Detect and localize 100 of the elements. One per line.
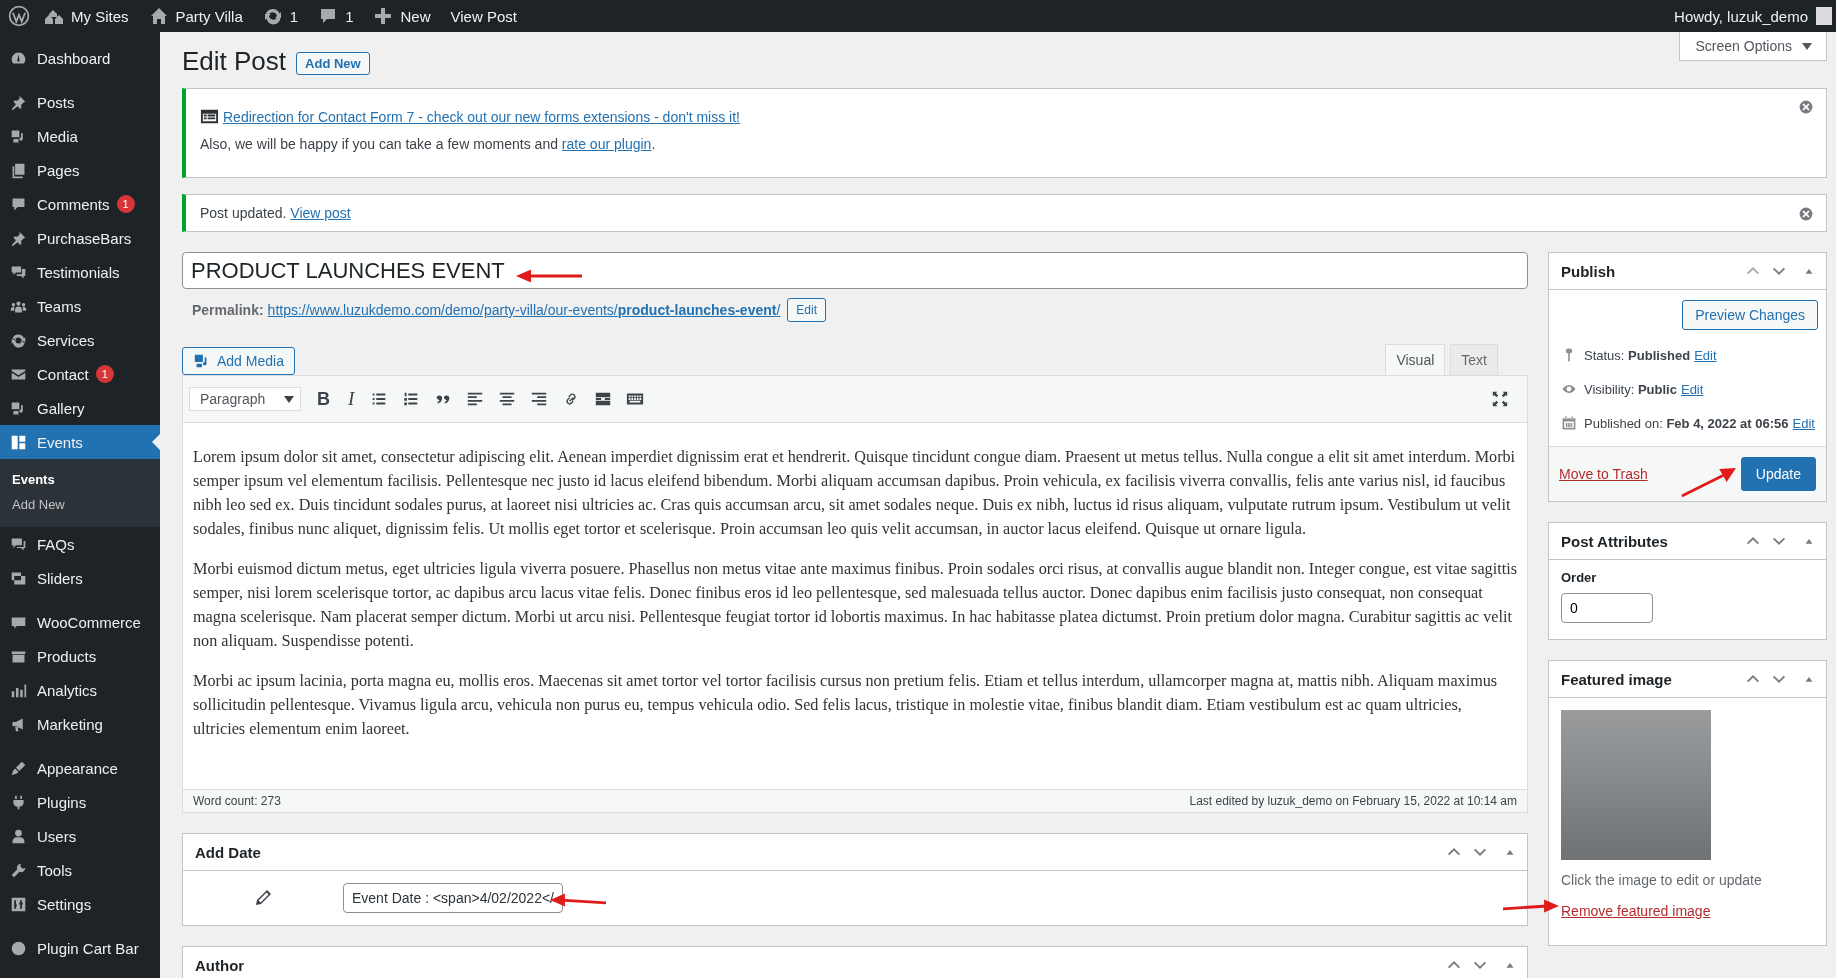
sidebar-item[interactable]: Plugins bbox=[0, 785, 160, 819]
notice-text: Also, we will be happy if you can take a few moments and rate our plugin. bbox=[200, 136, 657, 152]
add-new-button[interactable]: Add New bbox=[296, 52, 370, 75]
align-right-icon[interactable] bbox=[530, 390, 549, 408]
sidebar-item[interactable]: Appearance bbox=[0, 751, 160, 785]
sidebar-item[interactable]: Products bbox=[0, 639, 160, 673]
sidebar-item[interactable]: Sliders bbox=[0, 561, 160, 595]
last-edited-text: Last edited by luzuk_demo on February 15, 2022 at 10:14 am bbox=[1189, 794, 1517, 808]
sidebar-item[interactable]: Testimonials bbox=[0, 255, 160, 289]
order-label: Order bbox=[1561, 570, 1598, 585]
user-greeting[interactable]: Howdy, luzuk_demo bbox=[1674, 7, 1808, 25]
pin-icon bbox=[10, 93, 27, 111]
sidebar-item[interactable]: Services bbox=[0, 323, 160, 357]
image-hint: Click the image to edit or update bbox=[1561, 872, 1763, 888]
editor-tab[interactable]: Text bbox=[1450, 344, 1498, 375]
toolbar-link[interactable]: My Sites bbox=[44, 6, 129, 26]
fullscreen-icon[interactable] bbox=[1491, 390, 1509, 408]
notice-link[interactable]: View post bbox=[290, 205, 351, 221]
sidebar-item[interactable]: Analytics bbox=[0, 673, 160, 707]
sidebar-item[interactable]: Events bbox=[0, 425, 160, 459]
word-count: Word count: 273 bbox=[193, 794, 281, 808]
notice-link[interactable]: Redirection for Contact Form 7 - check out our new forms extensions - don't miss it! bbox=[223, 108, 740, 125]
logo-icon[interactable] bbox=[8, 5, 30, 27]
submenu-item[interactable]: Add New bbox=[0, 492, 160, 517]
move-to-trash-link[interactable]: Move to Trash bbox=[1559, 466, 1648, 482]
read-more-icon[interactable] bbox=[594, 390, 613, 408]
grid-icon bbox=[10, 433, 27, 451]
wrench-icon bbox=[10, 861, 27, 879]
sidebar-item[interactable]: Settings bbox=[0, 887, 160, 921]
toolbar-link[interactable]: Party Villa bbox=[148, 6, 243, 26]
edit-link[interactable]: Edit bbox=[1680, 381, 1704, 397]
format-select[interactable]: Paragraph bbox=[189, 387, 301, 411]
sidebar-item[interactable]: FAQs bbox=[0, 527, 160, 561]
ball-icon bbox=[10, 939, 27, 957]
editor-tab[interactable]: Visual bbox=[1385, 344, 1446, 375]
permalink-link[interactable]: https://www.luzukdemo.com/demo/party-villa/our-events/product-launches-event/ bbox=[267, 302, 781, 318]
panel-title: Featured image bbox=[1561, 670, 1672, 688]
refresh-icon bbox=[262, 6, 283, 26]
publish-info: Published on: Feb 4, 2022 at 06:56 bbox=[1584, 415, 1789, 431]
pages-icon bbox=[10, 161, 27, 179]
remove-image-link[interactable]: Remove featured image bbox=[1561, 903, 1711, 919]
sidebar-item[interactable]: Marketing bbox=[0, 707, 160, 741]
publish-info: Status: Published bbox=[1584, 347, 1691, 363]
panel-title: Publish bbox=[1561, 262, 1616, 280]
preview-changes-button[interactable]: Preview Changes bbox=[1682, 300, 1818, 330]
italic-button[interactable]: I bbox=[346, 388, 357, 410]
sliders-icon bbox=[10, 895, 27, 913]
dismiss-icon[interactable] bbox=[1798, 206, 1814, 222]
caret-icon bbox=[284, 395, 294, 403]
align-left-icon[interactable] bbox=[466, 390, 485, 408]
sidebar-item[interactable]: Posts bbox=[0, 85, 160, 119]
permalink-label: Permalink: bbox=[192, 302, 264, 318]
sidebar-item[interactable]: Plugin Cart Bar bbox=[0, 931, 160, 965]
order-field[interactable]: 0 bbox=[1561, 593, 1653, 623]
edit-permalink-button[interactable]: Edit bbox=[787, 298, 826, 322]
sidebar-item[interactable]: Dashboard bbox=[0, 41, 160, 75]
sidebar-item[interactable]: PurchaseBars bbox=[0, 221, 160, 255]
count-badge: 1 bbox=[116, 195, 135, 213]
sidebar-item[interactable]: Contact 1 bbox=[0, 357, 160, 391]
caret-icon bbox=[1802, 42, 1812, 50]
annotation-arrow bbox=[1503, 898, 1559, 914]
sidebar-item[interactable]: Comments 1 bbox=[0, 187, 160, 221]
body-paragraph: Morbi ac ipsum lacinia, porta magna eu, mollis eros. Maecenas sit amet tortor vel tortor facilisis cursus non pretium felis. Etiam et tellus interdum, ullamcorper magna at, mattis nibh. Aliquam maximus sollicitudin pellentesque. Vivamus ligula arcu, vehicula non purus eu, tempus vehicula odio. Sed felis lacus, tristique in molestie vitae, finibus blandit diam. Etiam vestibulum est ac quam ultricies, ultricies elementum enim laoreet. bbox=[193, 671, 1499, 740]
toolbar-link[interactable]: View Post bbox=[450, 7, 517, 25]
event-date-field[interactable]: Event Date : <span>4/02/2022</ bbox=[343, 883, 563, 913]
toolbar-link[interactable]: 1 bbox=[318, 6, 354, 26]
bold-button[interactable]: B bbox=[315, 388, 332, 410]
sidebar-item[interactable]: Teams bbox=[0, 289, 160, 323]
panel-title: Add Date bbox=[195, 843, 261, 861]
panel-title: Author bbox=[195, 956, 245, 974]
publish-info: Visibility: Public bbox=[1584, 381, 1677, 397]
notice-text: Post updated. View post bbox=[200, 205, 352, 221]
screen-options-button[interactable]: Screen Options bbox=[1678, 32, 1827, 61]
edit-link[interactable]: Edit bbox=[1792, 415, 1815, 431]
sidebar-item[interactable]: Users bbox=[0, 819, 160, 853]
body-paragraph: Morbi euismod dictum metus, eget ultricies ligula viverra posuere. Phasellus non metus vitae ante maximus finibus. Proin sodales orci risus, at convallis augue blandit non. Integer congue, est vitae sagittis semper, nisi lorem scelerisque tortor, ac dapibus arcu lacus vitae felis. Donec finibus eros id leo pellentesque, sed malesuada tellus auctor. Donec dapibus enim facilisis justo consequat, non consequat magna scelerisque. Nam placerat semper dictum. Morbi ut arcu nisi. Pellentesque feugiat tortor id lobortis maximus. In hac habitasse platea dictumst. Proin pretium dolor magna. Curabitur sagittis ac velit non aliquam. Suspendisse potenti. bbox=[193, 559, 1517, 652]
body-paragraph: Lorem ipsum dolor sit amet, consectetur adipiscing elit. Aenean imperdiet dignissim erat et hendrerit. Quisque tincidunt congue diam. Praesent ut metus tellus. Nulla congue a elit sit amet interdum. Morbi semper ipsum vel elementum facilisis. Pellentesque nec justo id lacus eleifend bibendum. Morbi aliquam accumsan dapibus. Proin vehicula, ex facilisis viverra convallis, felis ante varius nisl, id faucibus nibh leo sed ex. Duis tincidunt sodales purus, at laoreet nisi ultricies ac. Cras quis accumsan arcu, sit amet sodales neque. Duis ex nibh, luctus id risus aliquam, vulputate rutrum ipsum. Vestibulum ut velit sodales, finibus nunc aliquet, dignissim felis. Ut mollis eget tortor et scelerisque. Proin accumsan leo quis velit accumsan, in auctor lacus eleifend. Quisque ut ornare ligula. bbox=[193, 447, 1517, 540]
user-icon bbox=[10, 827, 27, 845]
submenu-item[interactable]: Events bbox=[0, 467, 160, 492]
dismiss-icon[interactable] bbox=[1798, 99, 1814, 115]
toolbar-link[interactable]: 1 bbox=[262, 6, 299, 26]
pin-icon bbox=[10, 229, 27, 247]
align-center-icon[interactable] bbox=[498, 390, 517, 408]
annotation-arrow bbox=[516, 269, 582, 283]
calendar-icon bbox=[1561, 415, 1577, 431]
sidebar-item[interactable]: WooCommerce bbox=[0, 605, 160, 639]
update-button[interactable]: Update bbox=[1740, 457, 1816, 491]
sidebar-item[interactable]: Gallery bbox=[0, 391, 160, 425]
sidebar-item[interactable]: Media bbox=[0, 119, 160, 153]
sidebar-item[interactable]: Tools bbox=[0, 853, 160, 887]
annotation-arrow bbox=[1680, 466, 1736, 498]
title-field[interactable]: PRODUCT LAUNCHES EVENT bbox=[182, 252, 1528, 289]
form-icon bbox=[200, 107, 219, 126]
toolbar-link[interactable]: New bbox=[373, 6, 431, 26]
plug-icon bbox=[10, 793, 27, 811]
edit-link[interactable]: Edit bbox=[1694, 347, 1717, 363]
add-media-button[interactable]: Add Media bbox=[182, 347, 295, 375]
brush-icon bbox=[10, 759, 27, 777]
sidebar-item[interactable]: Pages bbox=[0, 153, 160, 187]
pencil-icon[interactable] bbox=[253, 888, 273, 908]
